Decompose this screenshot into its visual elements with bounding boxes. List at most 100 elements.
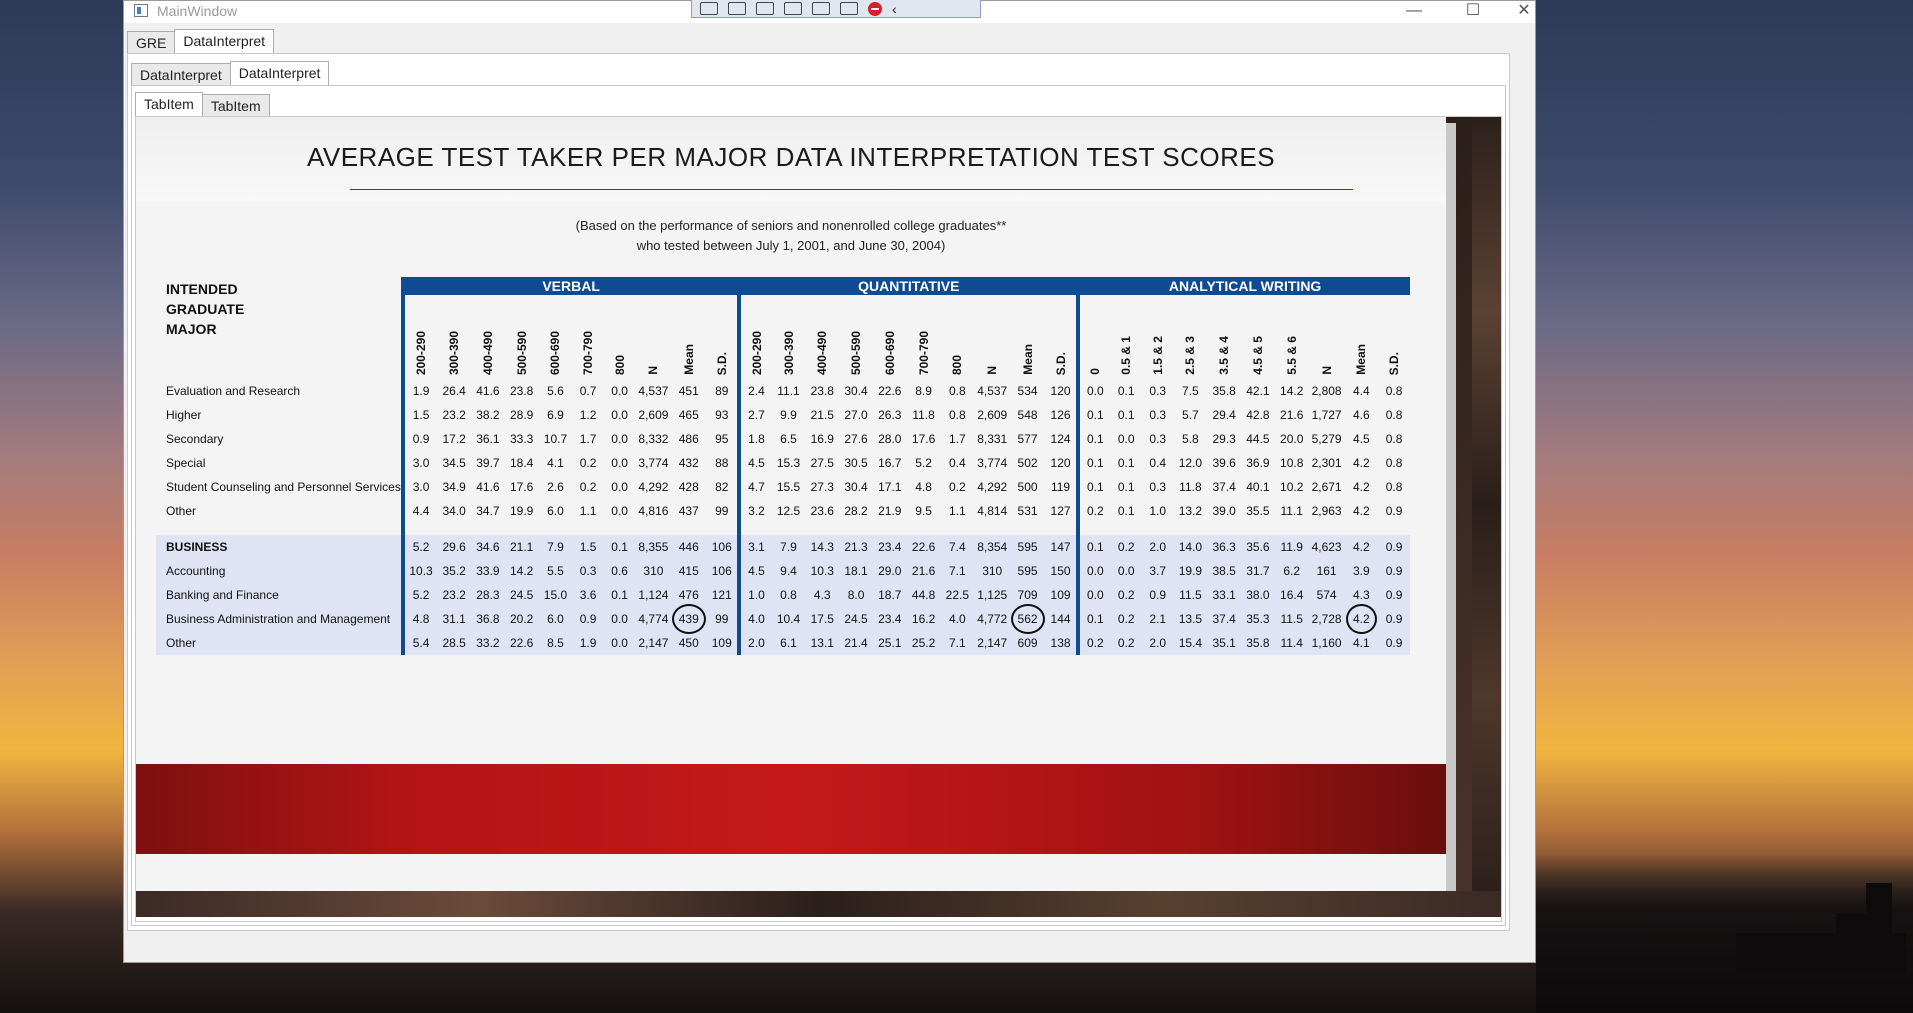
table-cell: 11.1 <box>1280 504 1303 518</box>
table-cell: 1.9 <box>400 379 438 403</box>
collapse-icon[interactable]: ‹ <box>892 1 897 17</box>
table-cell: 35.3 <box>1241 607 1275 631</box>
table-cell: 0.3 <box>1149 384 1167 398</box>
table-cell: 0.0 <box>611 504 628 518</box>
tab-datainterpret-1[interactable]: DataInterpret <box>131 63 231 85</box>
table-cell: 0.0 <box>603 631 636 655</box>
table-cell: 8,354 <box>974 535 1011 559</box>
tab-datainterpret[interactable]: DataInterpret <box>174 29 275 53</box>
select-element-icon[interactable] <box>700 2 718 15</box>
major-label: Accounting <box>156 559 403 583</box>
table-cell: 29.3 <box>1212 432 1236 446</box>
table-cell: 17.6 <box>510 480 534 494</box>
table-cell: 2,301 <box>1311 456 1342 470</box>
frame-icon[interactable] <box>784 2 802 15</box>
table-cell: 33.2 <box>471 631 505 655</box>
table-cell: 4.3 <box>805 583 840 607</box>
table-cell: 0.1 <box>603 583 636 607</box>
close-button[interactable]: ✕ <box>1509 1 1539 23</box>
table-cell: 5.7 <box>1182 408 1199 422</box>
verbal-col-header: 800 <box>612 354 627 375</box>
table-cell: 38.5 <box>1207 559 1242 583</box>
table-cell: 109 <box>1044 583 1079 607</box>
table-cell: 10.3 <box>805 559 840 583</box>
table-cell: 0.4 <box>948 456 966 470</box>
tab-item-2[interactable]: TabItem <box>201 94 270 116</box>
table-cell: 37.4 <box>1207 607 1242 631</box>
table-cell: 2,147 <box>974 631 1011 655</box>
table-cell: 500 <box>1017 480 1038 494</box>
maximize-button[interactable]: ☐ <box>1450 1 1496 23</box>
table-cell: 106 <box>706 535 740 559</box>
track-focus-icon[interactable] <box>812 2 830 15</box>
table-cell: 595 <box>1010 535 1045 559</box>
table-cell: 0.7 <box>579 384 597 398</box>
table-cell: 15.5 <box>776 480 801 494</box>
quant-col-header: 600-690 <box>882 330 897 375</box>
table-cell: 124 <box>1050 432 1071 446</box>
major-label: Special <box>166 455 206 470</box>
table-cell: 0.9 <box>1378 631 1410 655</box>
table-cell: 3.7 <box>1141 559 1174 583</box>
table-cell: 0.9 <box>1378 583 1410 607</box>
table-cell: 9.5 <box>915 504 932 518</box>
table-cell: 19.9 <box>1173 559 1208 583</box>
table-cell: 4.2 <box>1353 456 1370 470</box>
stop-icon[interactable] <box>868 1 882 16</box>
table-cell: 2,609 <box>977 408 1008 422</box>
tab-gre[interactable]: GRE <box>127 31 176 53</box>
table-cell: 4.4 <box>1353 384 1370 398</box>
table-cell: 1.0 <box>1149 504 1167 518</box>
table-cell: 17.6 <box>911 432 936 446</box>
image-subtitle-1: (Based on the performance of seniors and… <box>575 218 1007 233</box>
table-cell: 4.4 <box>400 499 438 523</box>
table-cell: 35.5 <box>1246 504 1270 518</box>
table-cell: 0.9 <box>1378 559 1410 583</box>
major-label: Student Counseling and Personnel Service… <box>166 479 401 494</box>
table-cell: 3,774 <box>977 456 1008 470</box>
table-cell: 0.1 <box>1076 451 1111 475</box>
table-cell: 22.6 <box>906 535 941 559</box>
tab-datainterpret-2[interactable]: DataInterpret <box>229 61 330 85</box>
aw-col-header: 0.5 & 1 <box>1119 336 1134 375</box>
table-cell: 30.4 <box>844 384 868 398</box>
minimize-button[interactable]: — <box>1391 1 1437 23</box>
table-cell: 5.6 <box>547 384 564 398</box>
table-cell: 2.1 <box>1141 607 1174 631</box>
major-header: INTENDED GRADUATE MAJOR <box>166 281 245 337</box>
pointer-icon[interactable] <box>756 2 774 15</box>
contrast-icon[interactable] <box>840 2 858 15</box>
circled-value: 4.2 <box>1346 604 1377 634</box>
aw-col-header: N <box>1319 366 1334 375</box>
table-cell: 14.0 <box>1173 535 1208 559</box>
table-cell: 3.0 <box>400 475 438 499</box>
aw-col-header: S.D. <box>1387 351 1402 375</box>
display-layout-icon[interactable] <box>728 2 746 15</box>
table-cell: 0.0 <box>611 432 628 446</box>
verbal-col-header: 600-690 <box>548 330 563 375</box>
table-cell: 3.0 <box>400 451 438 475</box>
table-cell: 5.4 <box>400 631 438 655</box>
table-cell: 22.6 <box>878 384 902 398</box>
table-row: Accounting 10.3 35.2 33.9 14.2 5.5 0.3 0.6 310 41… <box>156 559 1410 583</box>
major-label: Higher <box>166 407 202 422</box>
major-label: Evaluation and Research <box>166 383 301 398</box>
score-table-body: Evaluation and Research 1.9 26.4 41.6 23.8 5.… <box>156 379 1410 655</box>
table-cell: 27.0 <box>844 408 868 422</box>
tab-item-1[interactable]: TabItem <box>135 92 203 116</box>
quant-col-header: S.D. <box>1053 351 1068 375</box>
table-cell: 1.8 <box>737 427 772 451</box>
table-row: Business Administration and Management 4.… <box>156 604 1410 634</box>
table-cell: 4.0 <box>940 607 975 631</box>
table-cell: 34.5 <box>442 456 466 470</box>
table-cell: 1.7 <box>948 432 966 446</box>
table-cell: 23.6 <box>810 504 834 518</box>
table-cell: 4,292 <box>638 480 669 494</box>
table-cell: 5.8 <box>1182 432 1199 446</box>
table-cell: 531 <box>1017 504 1038 518</box>
table-row: Special 3.0 34.5 39.7 18.4 4.1 0.2 0.0 3,774 432 8… <box>156 451 1410 475</box>
table-cell: 36.8 <box>471 607 505 631</box>
table-cell: 8,355 <box>635 535 672 559</box>
table-cell: 138 <box>1044 631 1079 655</box>
table-cell: 144 <box>1044 607 1079 631</box>
